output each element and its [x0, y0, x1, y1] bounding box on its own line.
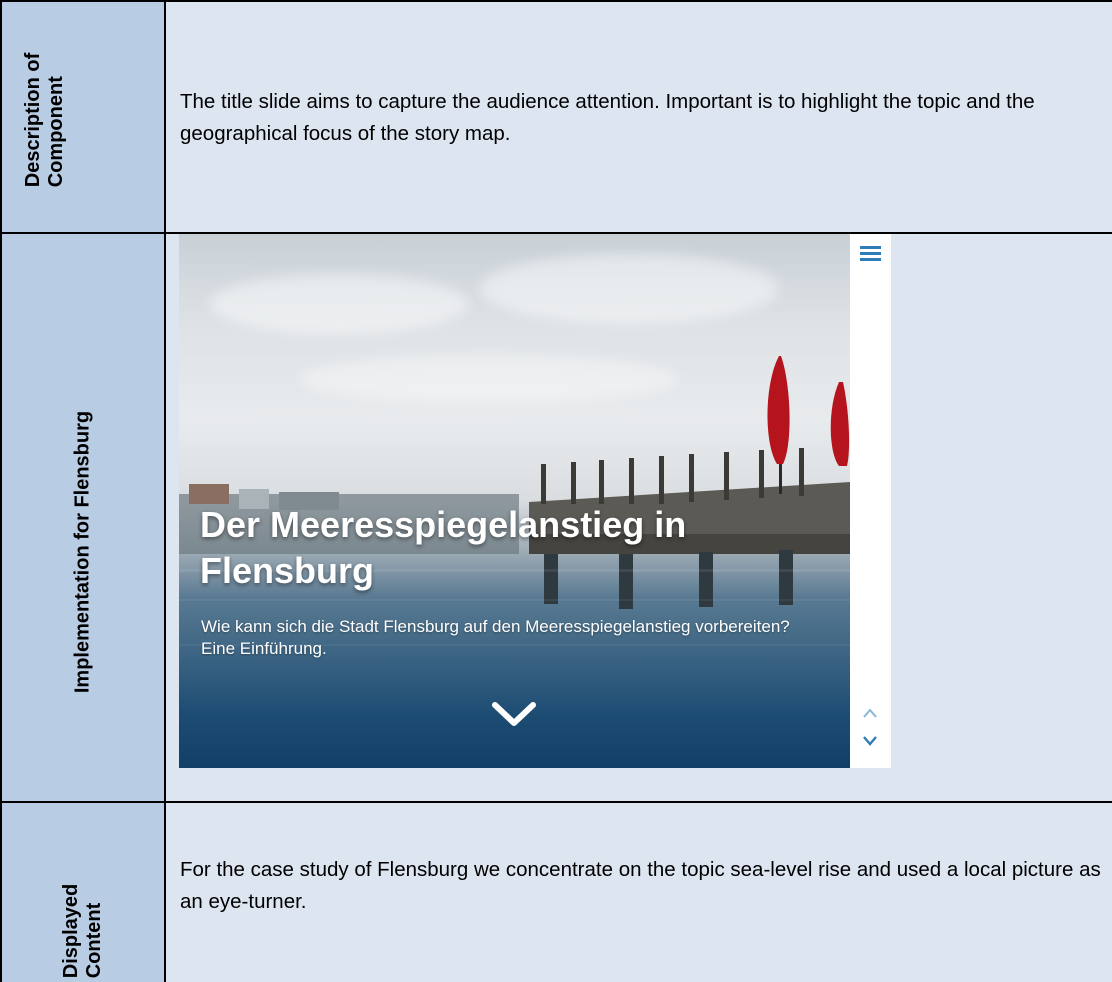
row-header-description: Description of Component	[0, 0, 166, 232]
header-label-line-1: Description of	[22, 52, 44, 188]
header-label-line-1: Displayed	[60, 883, 82, 979]
row-header-displayed-content: Displayed Content	[0, 801, 166, 982]
row-cell-implementation: Der Meeresspiegelanstieg in Flensburg Wi…	[166, 232, 1112, 801]
header-label: Displayed Content	[60, 884, 106, 978]
chevron-down-icon[interactable]	[862, 734, 878, 746]
description-text: The title slide aims to capture the audi…	[180, 90, 1035, 145]
chevron-down-icon[interactable]	[489, 699, 539, 729]
story-map-screenshot: Der Meeresspiegelanstieg in Flensburg Wi…	[179, 234, 891, 768]
header-label-line-2: Content	[83, 902, 105, 979]
row-implementation: Implementation for Flensburg Der Meeress…	[0, 232, 1112, 801]
story-map-subtitle: Wie kann sich die Stadt Flensburg auf de…	[201, 617, 790, 658]
header-label-line-2: Component	[45, 76, 67, 188]
header-label: Implementation for Flensburg	[71, 410, 94, 694]
harbor-scene	[179, 356, 850, 646]
story-map-title: Der Meeresspiegelanstieg in Flensburg	[200, 504, 687, 591]
chevron-up-icon[interactable]	[862, 707, 878, 719]
title-slide-photo: Der Meeresspiegelanstieg in Flensburg Wi…	[179, 234, 850, 768]
document-table: Description of Component The title slide…	[0, 0, 1112, 982]
row-displayed-content: Displayed Content For the case study of …	[0, 801, 1112, 982]
row-cell-displayed-content: For the case study of Flensburg we conce…	[166, 801, 1112, 982]
row-cell-description: The title slide aims to capture the audi…	[166, 0, 1112, 232]
story-map-sidebar	[850, 234, 891, 768]
menu-icon[interactable]	[860, 246, 881, 262]
header-label: Description of Component	[22, 53, 144, 187]
row-description: Description of Component The title slide…	[0, 0, 1112, 232]
displayed-content-text: For the case study of Flensburg we conce…	[180, 858, 1101, 913]
row-header-implementation: Implementation for Flensburg	[0, 232, 166, 801]
